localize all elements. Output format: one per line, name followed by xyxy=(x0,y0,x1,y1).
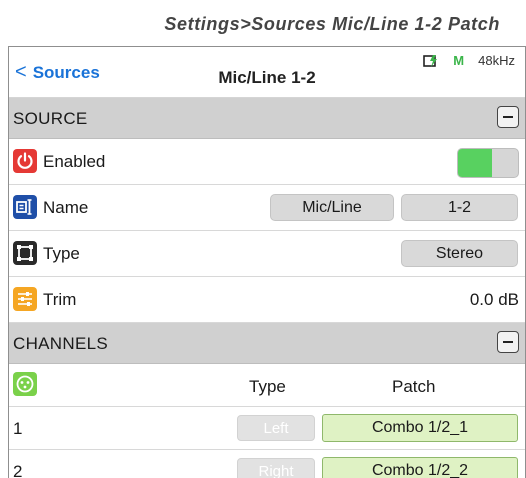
figure-caption: Settings>Sources Mic/Line 1-2 Patch xyxy=(164,14,500,34)
minus-icon xyxy=(503,341,513,343)
collapse-source-button[interactable] xyxy=(497,106,519,128)
rename-icon xyxy=(13,195,37,219)
navigation-bar: < Sources Mic/Line 1-2 M 48kHz xyxy=(9,47,525,98)
channel-number: 1 xyxy=(13,419,23,438)
trim-value[interactable]: 0.0 dB xyxy=(470,290,519,310)
channels-section-header: CHANNELS xyxy=(9,323,525,364)
channel-patch-button[interactable]: Combo 1/2_2 xyxy=(322,457,518,478)
section-label: CHANNELS xyxy=(13,334,108,353)
name-label: Name xyxy=(43,198,89,217)
channel-type-button[interactable]: Right xyxy=(237,458,315,478)
section-label: SOURCE xyxy=(13,109,88,128)
minus-icon xyxy=(503,116,513,118)
type-row: Type Stereo xyxy=(9,231,525,277)
collapse-channels-button[interactable] xyxy=(497,331,519,353)
type-select-button[interactable]: Stereo xyxy=(401,240,518,267)
name-row: Name Mic/Line 1-2 xyxy=(9,185,525,231)
sample-rate: 48kHz xyxy=(478,53,515,68)
type-column-header: Type xyxy=(249,377,286,396)
sd-card-charging-icon xyxy=(423,54,439,67)
channel-patch-button[interactable]: Combo 1/2_1 xyxy=(322,414,518,442)
type-label: Type xyxy=(43,244,80,263)
enabled-toggle[interactable] xyxy=(457,148,519,178)
sliders-icon xyxy=(13,287,37,311)
source-section-header: SOURCE xyxy=(9,98,525,139)
enabled-row: Enabled xyxy=(9,139,525,185)
patch-column-header: Patch xyxy=(392,377,436,396)
power-icon xyxy=(13,149,37,173)
mode-indicator: M xyxy=(453,53,465,68)
settings-panel: < Sources Mic/Line 1-2 M 48kHz SOURCE En… xyxy=(8,46,526,478)
channel-type-button[interactable]: Left xyxy=(237,415,315,441)
page-title: Mic/Line 1-2 xyxy=(218,68,316,87)
enabled-label: Enabled xyxy=(43,152,106,171)
channels-column-header: Type Patch xyxy=(9,364,525,407)
name-part1-button[interactable]: Mic/Line xyxy=(270,194,394,221)
channel-row: 2 Right Combo 1/2_2 xyxy=(9,450,525,478)
xlr-connector-icon xyxy=(13,372,37,396)
type-frame-icon xyxy=(13,241,37,265)
toggle-on-fill xyxy=(458,149,492,177)
name-part2-button[interactable]: 1-2 xyxy=(401,194,518,221)
trim-label: Trim xyxy=(43,290,77,309)
channel-number: 2 xyxy=(13,462,23,478)
trim-row: Trim 0.0 dB xyxy=(9,277,525,323)
status-indicators: M 48kHz xyxy=(423,53,515,68)
channel-row: 1 Left Combo 1/2_1 xyxy=(9,407,525,450)
